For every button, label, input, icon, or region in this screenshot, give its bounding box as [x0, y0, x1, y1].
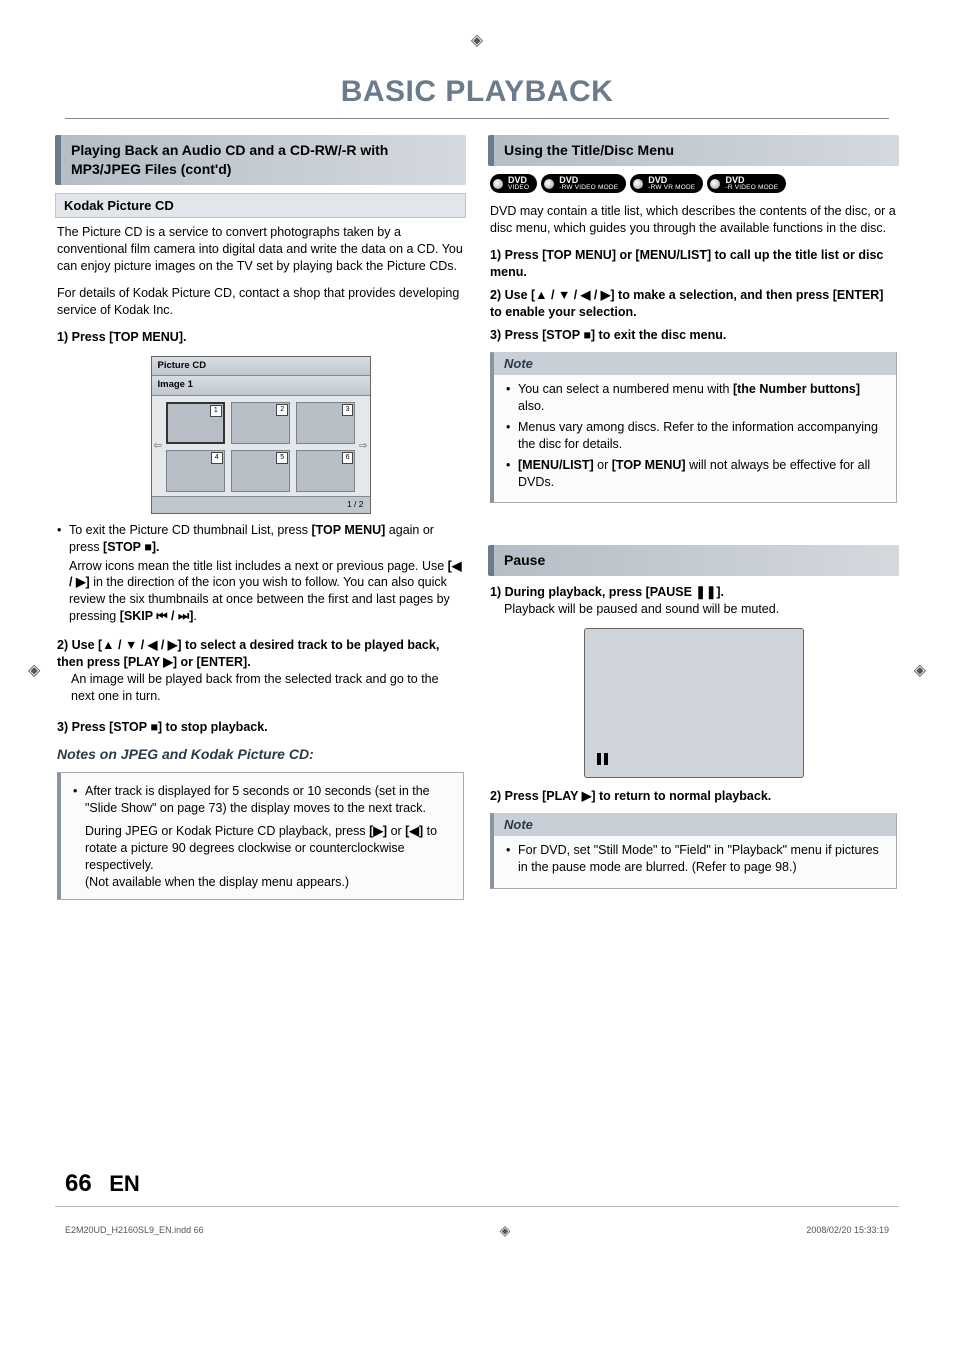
step-2-sub: An image will be played back from the se…	[71, 671, 464, 705]
thumbnail-arrow-right-icon: ⇨	[359, 440, 367, 454]
page-number: 66	[65, 1170, 92, 1197]
thumbnail-cell: 2	[231, 402, 290, 444]
note-heading: Note	[494, 813, 896, 837]
bullet-dot-icon: •	[73, 783, 85, 817]
title-disc-note-box: Note • You can select a numbered menu wi…	[490, 352, 897, 504]
pause-note-box: Note • For DVD, set "Still Mode" to "Fie…	[490, 813, 897, 889]
disc-type-badges: DVDVIDEO DVD-RW VIDEO MODE DVD-RW VR MOD…	[490, 174, 897, 194]
thumbnail-cell-num: 2	[276, 404, 288, 415]
page-title: BASIC PLAYBACK	[65, 72, 889, 120]
bullet-dot-icon: •	[506, 419, 518, 453]
subsection-kodak: Kodak Picture CD	[55, 193, 466, 219]
step-2-num: 2)	[57, 638, 68, 652]
thumbnail-window: Picture CD Image 1 ⇦ ⇨ 1 2 3 4 5 6	[151, 356, 371, 514]
section-head-pause: Pause	[488, 545, 899, 576]
disc-badge: DVDVIDEO	[490, 174, 537, 194]
step-1-text: Press [TOP MENU].	[72, 330, 187, 344]
bullet-dot-icon: •	[506, 842, 518, 876]
jpeg-note-1: • After track is displayed for 5 seconds…	[73, 783, 451, 817]
note-heading: Note	[494, 352, 896, 376]
registration-mark-right: ◈	[914, 660, 926, 682]
imprint-timestamp: 2008/02/20 15:33:19	[806, 1224, 889, 1236]
step-3-text: Press [STOP ■] to stop playback.	[72, 720, 268, 734]
right-column: Using the Title/Disc Menu DVDVIDEO DVD-R…	[488, 135, 899, 907]
disc-badge: DVD-RW VR MODE	[630, 174, 703, 194]
bullet-dot-icon: •	[506, 381, 518, 415]
section-head-audio-cd: Playing Back an Audio CD and a CD-RW/-R …	[55, 135, 466, 185]
left-column: Playing Back an Audio CD and a CD-RW/-R …	[55, 135, 466, 907]
thumbnail-cell-num: 3	[342, 404, 354, 415]
r-step-2: 2) Use [▲ / ▼ / ◀ / ▶] to make a selecti…	[490, 287, 897, 321]
step-2: 2) Use [▲ / ▼ / ◀ / ▶] to select a desir…	[57, 637, 464, 705]
thumbnail-cell-num: 5	[276, 452, 288, 463]
imprint-row: E2M20UD_H2160SL9_EN.indd 66 ◈ 2008/02/20…	[55, 1206, 899, 1240]
step-3: 3) Press [STOP ■] to stop playback.	[57, 719, 464, 736]
step-1-bullet-text: To exit the Picture CD thumbnail List, p…	[69, 522, 464, 625]
jpeg-notes-title: Notes on JPEG and Kodak Picture CD:	[57, 745, 464, 764]
thumbnail-subtitle-bar: Image 1	[152, 376, 370, 396]
pause-step-1-sub: Playback will be paused and sound will b…	[504, 601, 897, 618]
thumbnail-footer: 1 / 2	[152, 496, 370, 512]
page-lang: EN	[109, 1171, 140, 1196]
bullet-dot-icon: •	[57, 522, 69, 625]
pause-step-2: 2) Press [PLAY ▶] to return to normal pl…	[490, 788, 897, 805]
bullet-dot-icon: •	[506, 457, 518, 491]
thumbnail-cell-num: 6	[342, 452, 354, 463]
registration-mark-bottom: ◈	[500, 1221, 511, 1240]
disc-badge: DVD-RW VIDEO MODE	[541, 174, 626, 194]
step-1: 1) Press [TOP MENU].	[57, 329, 464, 346]
thumbnail-cell: 1	[166, 402, 225, 444]
thumbnail-body: ⇦ ⇨ 1 2 3 4 5 6	[152, 396, 370, 496]
jpeg-note-2-paren: (Not available when the display menu app…	[85, 874, 453, 891]
disc-badge: DVD-R VIDEO MODE	[707, 174, 786, 194]
section-head-title-disc-menu: Using the Title/Disc Menu	[488, 135, 899, 166]
kodak-intro-text: The Picture CD is a service to convert p…	[57, 224, 464, 275]
jpeg-note-1-text: After track is displayed for 5 seconds o…	[85, 783, 451, 817]
step-2-bold: Use [▲ / ▼ / ◀ / ▶] to select a desired …	[57, 638, 439, 669]
thumbnail-list-figure: Picture CD Image 1 ⇦ ⇨ 1 2 3 4 5 6	[55, 356, 466, 514]
note-bullet-2: • Menus vary among discs. Refer to the i…	[506, 419, 884, 453]
pause-note-bullet: • For DVD, set "Still Mode" to "Field" i…	[506, 842, 884, 876]
thumbnail-cell: 4	[166, 450, 225, 492]
pause-screen-figure	[488, 628, 899, 778]
step-1-num: 1)	[57, 330, 68, 344]
registration-mark-left: ◈	[28, 660, 40, 682]
step-3-num: 3)	[57, 720, 68, 734]
registration-mark-top: ◈	[55, 30, 899, 52]
pause-icon	[597, 753, 609, 765]
note-bullet-1: • You can select a numbered menu with [t…	[506, 381, 884, 415]
jpeg-notes-box: • After track is displayed for 5 seconds…	[57, 772, 464, 899]
thumbnail-title-bar: Picture CD	[152, 357, 370, 377]
title-disc-intro: DVD may contain a title list, which desc…	[490, 203, 897, 237]
page-root: ◈ ◈ ◈ BASIC PLAYBACK Playing Back an Aud…	[0, 0, 954, 1280]
thumbnail-cell: 6	[296, 450, 355, 492]
thumbnail-arrow-left-icon: ⇦	[154, 440, 162, 454]
step-1-bullet: • To exit the Picture CD thumbnail List,…	[57, 522, 464, 625]
r-step-3: 3) Press [STOP ■] to exit the disc menu.	[490, 327, 897, 344]
jpeg-note-2: During JPEG or Kodak Picture CD playback…	[85, 823, 453, 891]
r-step-1: 1) Press [TOP MENU] or [MENU/LIST] to ca…	[490, 247, 897, 281]
thumbnail-cell-num: 4	[211, 452, 223, 463]
note-bullet-3: • [MENU/LIST] or [TOP MENU] will not alw…	[506, 457, 884, 491]
thumbnail-cell: 3	[296, 402, 355, 444]
thumbnail-cell-num: 1	[210, 405, 222, 416]
kodak-detail-text: For details of Kodak Picture CD, contact…	[57, 285, 464, 319]
imprint-filename: E2M20UD_H2160SL9_EN.indd 66	[65, 1224, 204, 1236]
pause-step-1: 1) During playback, press [PAUSE ❚❚]. Pl…	[490, 584, 897, 618]
thumbnail-grid: 1 2 3 4 5 6	[166, 402, 356, 492]
thumbnail-cell: 5	[231, 450, 290, 492]
pause-screen	[584, 628, 804, 778]
content-columns: Playing Back an Audio CD and a CD-RW/-R …	[55, 135, 899, 907]
page-footer: 66 EN	[55, 1168, 899, 1200]
